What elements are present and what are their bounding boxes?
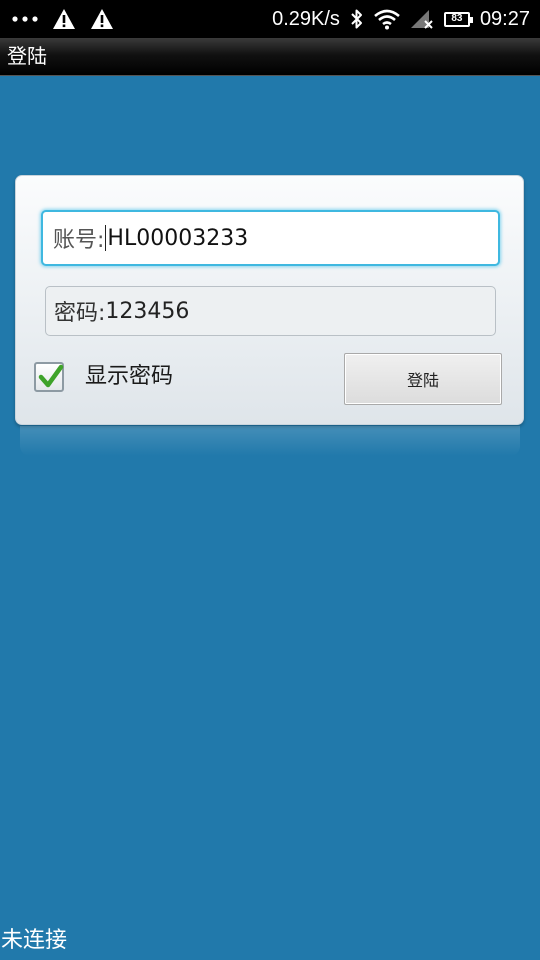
status-bar-right: 0.29K/s 83 09:27 [272,0,530,38]
show-password-checkbox[interactable] [34,362,64,392]
wifi-icon [374,9,400,30]
warning-icon [53,9,75,29]
title-bar: 登陆 [0,38,540,76]
status-bar: 0.29K/s 83 09:27 [0,0,540,38]
clock: 09:27 [479,7,530,30]
account-label: 账号: [53,228,105,253]
status-bar-left [12,0,114,38]
network-speed: 0.29K/s [272,7,340,30]
more-dots-icon [12,16,38,22]
panel-reflection [20,426,520,456]
account-input[interactable]: 账号: HL00003233 [41,210,500,266]
page-title: 登陆 [7,44,47,68]
password-value: 123456 [105,298,190,324]
connection-status-text: 未连接 [1,928,68,953]
bluetooth-icon [351,9,362,29]
text-cursor [105,225,107,251]
show-password-label[interactable]: 显示密码 [85,363,173,391]
password-input[interactable]: 密码: 123456 [45,286,496,336]
login-button[interactable]: 登陆 [344,353,502,405]
battery-icon: 83 [443,11,473,27]
checkmark-icon [38,364,64,388]
account-value: HL00003233 [107,225,249,251]
password-label: 密码: [54,301,106,326]
warning-icon [91,9,113,29]
signal-icon [410,10,433,29]
battery-level: 83 [451,13,463,24]
login-panel: 账号: HL00003233 密码: 123456 显示密码 登陆 [15,175,524,425]
